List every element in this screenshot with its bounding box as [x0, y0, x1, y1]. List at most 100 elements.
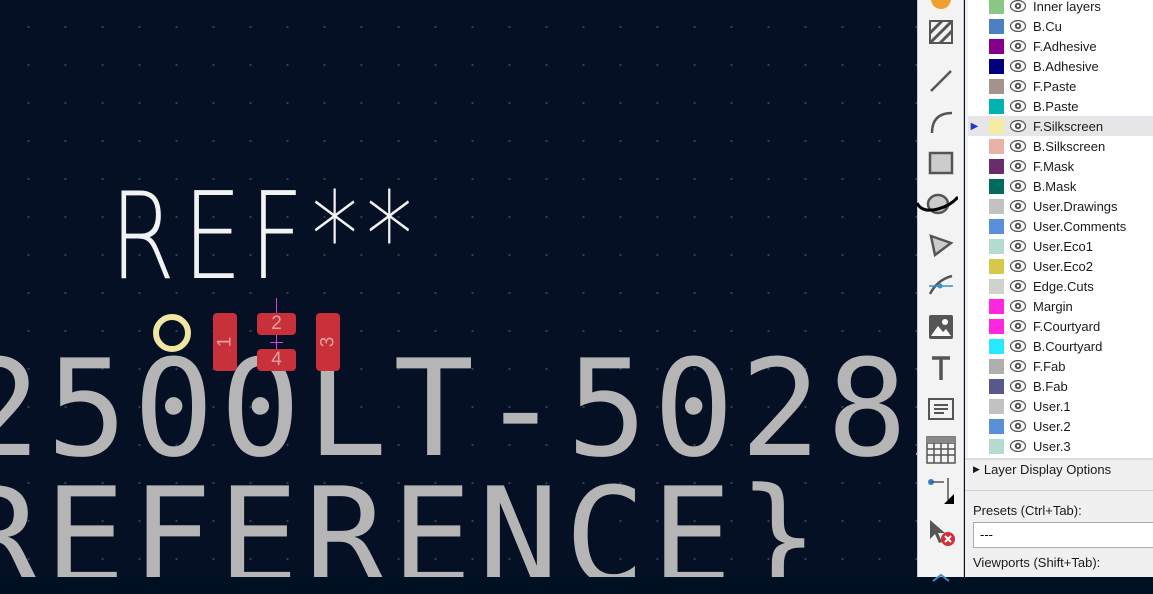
layer-color-swatch[interactable]	[989, 78, 1004, 94]
visibility-eye-icon[interactable]	[1010, 259, 1028, 273]
dimension-icon[interactable]	[924, 474, 958, 508]
visibility-eye-icon[interactable]	[1010, 159, 1028, 173]
layer-name: User.3	[1033, 438, 1071, 454]
circle-icon[interactable]	[916, 187, 958, 221]
layer-row[interactable]: F.Courtyard	[968, 316, 1153, 336]
rectangle-icon[interactable]	[924, 146, 958, 180]
text-icon[interactable]	[924, 351, 958, 385]
layer-color-swatch[interactable]	[989, 278, 1004, 294]
layer-row[interactable]: User.3	[968, 436, 1153, 456]
layer-row[interactable]: Inner layers	[968, 0, 1153, 16]
via-icon[interactable]	[924, 0, 958, 16]
layer-row[interactable]: B.Fab	[968, 376, 1153, 396]
layer-name: User.Comments	[1033, 218, 1127, 234]
layer-color-swatch[interactable]	[989, 98, 1004, 114]
layer-color-swatch[interactable]	[989, 258, 1004, 274]
arc-icon[interactable]	[924, 105, 958, 139]
value-text[interactable]: 2500LT-5028A:	[0, 342, 917, 476]
layer-color-swatch[interactable]	[989, 378, 1004, 394]
fab-reference-text[interactable]: REFERENCE}	[0, 470, 825, 577]
layer-color-swatch[interactable]	[989, 238, 1004, 254]
pcb-canvas[interactable]: REF** 2500LT-5028A: REFERENCE} 1 2 3 4	[0, 0, 917, 577]
visibility-eye-icon[interactable]	[1010, 279, 1028, 293]
visibility-eye-icon[interactable]	[1010, 139, 1028, 153]
layer-color-swatch[interactable]	[989, 18, 1004, 34]
visibility-eye-icon[interactable]	[1010, 439, 1028, 453]
layer-row[interactable]: User.Eco2	[968, 256, 1153, 276]
zone-hatch-icon[interactable]	[924, 15, 958, 49]
layer-name: F.Silkscreen	[1033, 118, 1104, 134]
visibility-eye-icon[interactable]	[1010, 219, 1028, 233]
layer-row[interactable]: B.Cu	[968, 16, 1153, 36]
visibility-eye-icon[interactable]	[1010, 199, 1028, 213]
layer-color-swatch[interactable]	[989, 318, 1004, 334]
visibility-eye-icon[interactable]	[1010, 359, 1028, 373]
visibility-eye-icon[interactable]	[1010, 19, 1028, 33]
layer-row[interactable]: F.Fab	[968, 356, 1153, 376]
layer-color-swatch[interactable]	[989, 118, 1004, 134]
visibility-eye-icon[interactable]	[1010, 59, 1028, 73]
presets-label: Presets (Ctrl+Tab):	[973, 503, 1082, 518]
layer-color-swatch[interactable]	[989, 38, 1004, 54]
layer-row[interactable]: F.Adhesive	[968, 36, 1153, 56]
layer-color-swatch[interactable]	[989, 298, 1004, 314]
layer-row[interactable]: User.Eco1	[968, 236, 1153, 256]
layer-row[interactable]: F.Paste	[968, 76, 1153, 96]
layer-color-swatch[interactable]	[989, 178, 1004, 194]
visibility-eye-icon[interactable]	[1010, 379, 1028, 393]
pad-1[interactable]: 1	[213, 313, 237, 371]
reference-designator-text[interactable]: REF**	[110, 178, 508, 298]
layer-row[interactable]: User.1	[968, 396, 1153, 416]
layer-color-swatch[interactable]	[989, 418, 1004, 434]
layer-row[interactable]: B.Mask	[968, 176, 1153, 196]
pad-2[interactable]: 2	[257, 313, 296, 335]
visibility-eye-icon[interactable]	[1010, 419, 1028, 433]
line-icon[interactable]	[924, 64, 958, 98]
visibility-eye-icon[interactable]	[1010, 179, 1028, 193]
layer-row[interactable]: User.Drawings	[968, 196, 1153, 216]
visibility-eye-icon[interactable]	[1010, 39, 1028, 53]
pad-4[interactable]: 4	[257, 349, 296, 371]
visibility-eye-icon[interactable]	[1010, 119, 1028, 133]
layer-color-swatch[interactable]	[989, 218, 1004, 234]
layer-color-swatch[interactable]	[989, 198, 1004, 214]
layer-color-swatch[interactable]	[989, 338, 1004, 354]
visibility-eye-icon[interactable]	[1010, 399, 1028, 413]
layer-row[interactable]: B.Courtyard	[968, 336, 1153, 356]
delete-icon[interactable]	[924, 515, 958, 549]
layer-row[interactable]: User.Comments	[968, 216, 1153, 236]
layer-color-swatch[interactable]	[989, 398, 1004, 414]
layer-row[interactable]: B.Adhesive	[968, 56, 1153, 76]
presets-dropdown[interactable]: ---	[973, 522, 1153, 548]
table-icon[interactable]	[924, 433, 958, 467]
visibility-eye-icon[interactable]	[1010, 79, 1028, 93]
pad-3[interactable]: 3	[316, 313, 340, 371]
visibility-eye-icon[interactable]	[1010, 239, 1028, 253]
bezier-icon[interactable]	[924, 269, 958, 303]
layer-row[interactable]: F.Mask	[968, 156, 1153, 176]
visibility-eye-icon[interactable]	[1010, 0, 1028, 13]
layer-color-swatch[interactable]	[989, 358, 1004, 374]
layer-color-swatch[interactable]	[989, 0, 1004, 14]
layer-row[interactable]: User.2	[968, 416, 1153, 436]
layer-color-swatch[interactable]	[989, 158, 1004, 174]
layer-row[interactable]: Margin	[968, 296, 1153, 316]
layer-name: Margin	[1033, 298, 1073, 314]
layer-color-swatch[interactable]	[989, 438, 1004, 454]
layer-row[interactable]: ▶ F.Silkscreen	[968, 116, 1153, 136]
visibility-eye-icon[interactable]	[1010, 299, 1028, 313]
layer-display-options-toggle[interactable]: ▶ Layer Display Options	[973, 462, 1111, 477]
visibility-eye-icon[interactable]	[1010, 339, 1028, 353]
layer-row[interactable]: Edge.Cuts	[968, 276, 1153, 296]
layer-list[interactable]: Inner layers B.Cu F.Adhesive B.Adhesive F.Pa…	[968, 0, 1153, 458]
more-icon[interactable]	[924, 560, 958, 594]
layer-row[interactable]: B.Silkscreen	[968, 136, 1153, 156]
visibility-eye-icon[interactable]	[1010, 319, 1028, 333]
visibility-eye-icon[interactable]	[1010, 99, 1028, 113]
textbox-icon[interactable]	[924, 392, 958, 426]
polygon-icon[interactable]	[924, 228, 958, 262]
layer-row[interactable]: B.Paste	[968, 96, 1153, 116]
layer-color-swatch[interactable]	[989, 58, 1004, 74]
image-icon[interactable]	[924, 310, 958, 344]
layer-color-swatch[interactable]	[989, 138, 1004, 154]
